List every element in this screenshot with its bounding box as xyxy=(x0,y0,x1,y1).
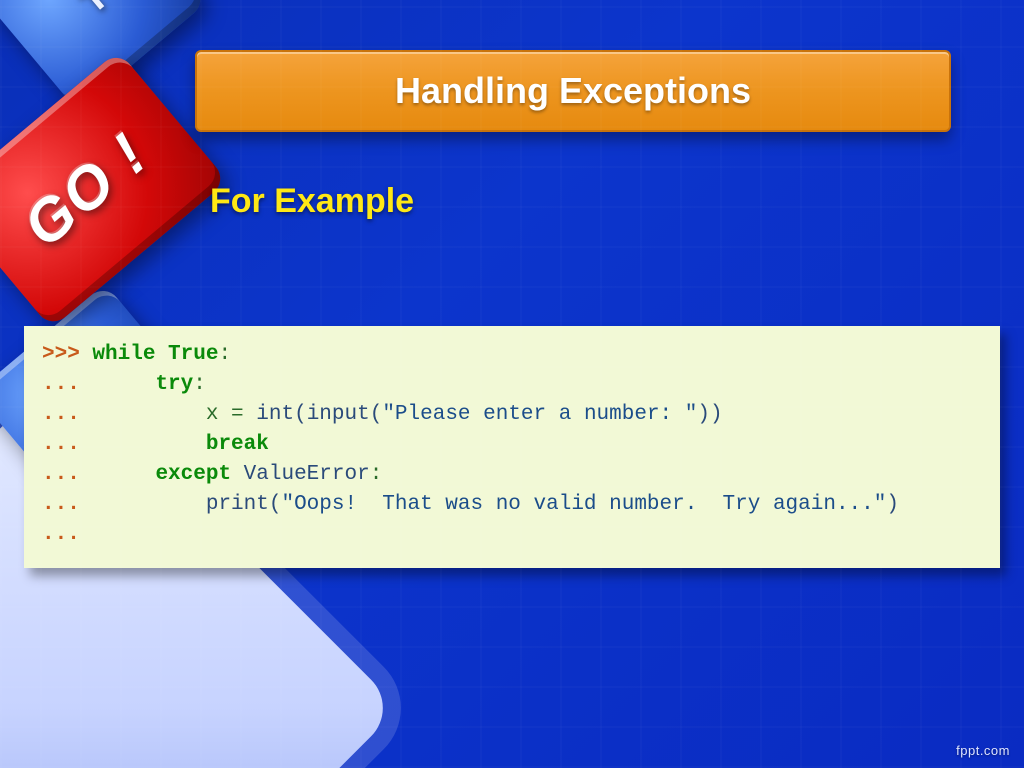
paren-3b: ( xyxy=(370,403,383,426)
fn-input: input xyxy=(307,403,370,426)
paren-6b: ) xyxy=(886,493,899,516)
kw-break: break xyxy=(206,433,269,456)
code-line-2: ... try: xyxy=(42,370,982,400)
code-line-7: ... xyxy=(42,520,982,550)
paren-3c: )) xyxy=(697,403,722,426)
exc-valueerror: ValueError xyxy=(231,463,370,486)
footer-credit: fppt.com xyxy=(956,743,1010,758)
code-block: >>> while True: ... try: ... x = int(inp… xyxy=(24,326,1000,568)
code-line-1: >>> while True: xyxy=(42,340,982,370)
slide-subtitle: For Example xyxy=(210,182,414,221)
code-line-4: ... break xyxy=(42,430,982,460)
go-key-label: GO ! xyxy=(10,119,160,261)
str-oops: "Oops! That was no valid number. Try aga… xyxy=(281,493,886,516)
fn-print: print xyxy=(206,493,269,516)
code-line-6: ... print("Oops! That was no valid numbe… xyxy=(42,490,982,520)
kw-while: while xyxy=(92,343,155,366)
colon-5: : xyxy=(370,463,383,486)
slide-title: Handling Exceptions xyxy=(395,70,751,112)
colon-1: : xyxy=(218,343,231,366)
prompt-cont-5: ... xyxy=(42,463,92,486)
paren-3a: ( xyxy=(294,403,307,426)
go-key-icon: GO ! xyxy=(0,51,228,329)
prompt-cont-6: ... xyxy=(42,493,92,516)
code-line-5: ... except ValueError: xyxy=(42,460,982,490)
kw-try: try xyxy=(155,373,193,396)
str-prompt: "Please enter a number: " xyxy=(382,403,697,426)
prompt-main: >>> xyxy=(42,343,92,366)
prompt-cont-4: ... xyxy=(42,433,92,456)
paren-6a: ( xyxy=(269,493,282,516)
var-x: x xyxy=(206,403,219,426)
prompt-cont-3: ... xyxy=(42,403,92,426)
kw-true: True xyxy=(168,343,218,366)
kw-except: except xyxy=(155,463,231,486)
prompt-cont-2: ... xyxy=(42,373,92,396)
colon-2: : xyxy=(193,373,206,396)
prompt-cont-7: ... xyxy=(42,523,92,546)
code-line-3: ... x = int(input("Please enter a number… xyxy=(42,400,982,430)
slide: T GO ! Handling Exceptions For Example >… xyxy=(0,0,1024,768)
fn-int: int xyxy=(256,403,294,426)
op-eq: = xyxy=(218,403,256,426)
title-bar: Handling Exceptions xyxy=(195,50,951,132)
t-key-label: T xyxy=(72,0,117,23)
